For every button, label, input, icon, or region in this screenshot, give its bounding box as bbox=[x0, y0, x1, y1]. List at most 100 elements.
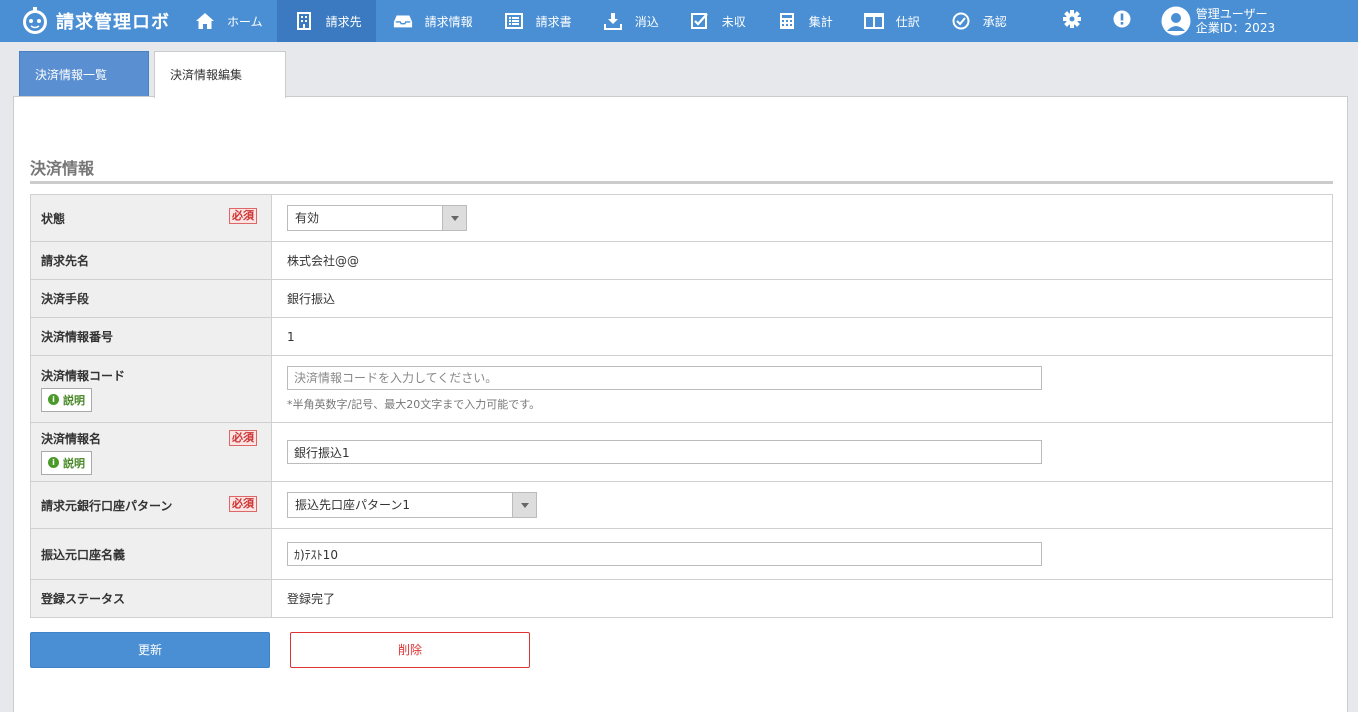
bank-pattern-select-value: 振込先口座パターン1 bbox=[295, 498, 411, 512]
account-name-input[interactable] bbox=[287, 542, 1042, 566]
check-circle-icon bbox=[951, 11, 971, 31]
row-value-cell bbox=[271, 422, 1333, 482]
delete-button[interactable]: 削除 bbox=[290, 632, 530, 668]
bank-pattern-select[interactable]: 振込先口座パターン1 bbox=[287, 492, 537, 518]
user-name: 管理ユーザー bbox=[1195, 7, 1268, 21]
form-row-payment-name: 決済情報名 必須 i 説明 bbox=[30, 422, 1333, 482]
nav-item-label: 集計 bbox=[808, 14, 833, 29]
explain-button[interactable]: i 説明 bbox=[41, 387, 92, 412]
nav-item-label: 消込 bbox=[634, 14, 659, 29]
row-label-cell: 請求先名 bbox=[30, 241, 272, 280]
list-icon bbox=[504, 11, 524, 31]
update-button[interactable]: 更新 bbox=[30, 632, 270, 668]
inbox-icon bbox=[393, 11, 413, 31]
chevron-down-icon bbox=[442, 206, 466, 230]
nav-item-billing-info[interactable]: 請求情報 bbox=[376, 0, 487, 42]
form-row-billing-name: 請求先名 株式会社@@ bbox=[30, 241, 1333, 280]
columns-icon bbox=[863, 11, 884, 31]
row-label: 請求元銀行口座パターン bbox=[41, 498, 173, 513]
payment-form-table: 状態 必須 有効 請求先名 株式会社@@ 決済手段 銀行振込 決済情報番号 1 … bbox=[30, 194, 1333, 618]
form-row-status: 状態 必須 有効 bbox=[30, 194, 1333, 242]
row-value-cell: *半角英数字/記号、最大20文字まで入力可能です。 bbox=[271, 355, 1333, 423]
form-row-bank-pattern: 請求元銀行口座パターン 必須 振込先口座パターン1 bbox=[30, 481, 1333, 529]
row-label-cell: 決済情報名 必須 i 説明 bbox=[30, 422, 272, 482]
download-icon bbox=[603, 11, 623, 31]
info-icon: i bbox=[48, 394, 59, 405]
required-badge: 必須 bbox=[229, 496, 257, 512]
building-icon bbox=[294, 11, 314, 31]
app-logo[interactable]: 請求管理ロボ bbox=[0, 0, 178, 42]
notice-button[interactable] bbox=[1097, 0, 1147, 42]
nav-item-summary[interactable]: 集計 bbox=[760, 0, 847, 42]
row-label-cell: 決済手段 bbox=[30, 279, 272, 318]
row-label-cell: 登録ステータス bbox=[30, 579, 272, 618]
payment-number-value: 1 bbox=[271, 317, 1333, 356]
row-label-cell: 決済情報コード i 説明 bbox=[30, 355, 272, 423]
explain-label: 説明 bbox=[63, 456, 85, 470]
gear-icon bbox=[1062, 9, 1082, 33]
top-nav-bar: 請求管理ロボ ホーム 請求先 請求情報 請求書 消込 未収 集計 仕訳 承認 管… bbox=[0, 0, 1358, 42]
nav-item-unpaid[interactable]: 未収 bbox=[673, 0, 760, 42]
form-row-registration-status: 登録ステータス 登録完了 bbox=[30, 579, 1333, 618]
payment-code-hint: *半角英数字/記号、最大20文字まで入力可能です。 bbox=[287, 398, 541, 411]
form-row-payment-number: 決済情報番号 1 bbox=[30, 317, 1333, 356]
nav-item-home[interactable]: ホーム bbox=[178, 0, 277, 42]
status-select[interactable]: 有効 bbox=[287, 205, 467, 231]
main-nav: ホーム 請求先 請求情報 請求書 消込 未収 集計 仕訳 承認 管理ユーザー 企… bbox=[178, 0, 1358, 42]
nav-item-journal[interactable]: 仕訳 bbox=[847, 0, 934, 42]
required-badge: 必須 bbox=[229, 208, 257, 224]
row-value-cell bbox=[271, 528, 1333, 580]
registration-status-value: 登録完了 bbox=[271, 579, 1333, 618]
section-divider bbox=[30, 181, 1333, 184]
nav-item-label: 請求情報 bbox=[424, 14, 473, 29]
required-badge: 必須 bbox=[229, 430, 257, 446]
nav-item-label: 請求先 bbox=[325, 14, 362, 29]
tab-payment-list[interactable]: 決済情報一覧 bbox=[19, 51, 149, 97]
payment-name-input[interactable] bbox=[287, 440, 1042, 464]
nav-item-reconcile[interactable]: 消込 bbox=[586, 0, 673, 42]
row-label-cell: 請求元銀行口座パターン 必須 bbox=[30, 481, 272, 529]
checkbox-icon bbox=[690, 11, 710, 31]
row-value-cell: 振込先口座パターン1 bbox=[271, 481, 1333, 529]
avatar bbox=[1161, 6, 1191, 36]
settings-button[interactable] bbox=[1047, 0, 1097, 42]
nav-item-approval[interactable]: 承認 bbox=[934, 0, 1021, 42]
nav-item-invoice[interactable]: 請求書 bbox=[487, 0, 586, 42]
section-title: 決済情報 bbox=[30, 159, 95, 178]
user-menu[interactable]: 管理ユーザー 企業ID：2023 bbox=[1147, 0, 1297, 42]
row-label: 決済情報名 bbox=[41, 431, 102, 446]
nav-item-label: ホーム bbox=[227, 14, 263, 29]
row-value-cell: 有効 bbox=[271, 194, 1333, 242]
row-label: 状態 bbox=[41, 211, 66, 226]
content-panel: 決済情報 状態 必須 有効 請求先名 株式会社@@ 決済手段 銀行振込 決済情報… bbox=[13, 96, 1348, 712]
nav-item-billing-target[interactable]: 請求先 bbox=[276, 0, 376, 42]
app-title: 請求管理ロボ bbox=[56, 12, 170, 33]
form-row-payment-method: 決済手段 銀行振込 bbox=[30, 279, 1333, 318]
payment-method-value: 銀行振込 bbox=[271, 279, 1333, 318]
info-icon: i bbox=[48, 457, 59, 468]
row-label: 決済情報番号 bbox=[41, 330, 114, 344]
explain-button[interactable]: i 説明 bbox=[41, 450, 92, 475]
row-label-cell: 状態 必須 bbox=[30, 194, 272, 242]
row-label: 請求先名 bbox=[41, 254, 90, 268]
calculator-icon bbox=[777, 11, 797, 31]
nav-item-label: 仕訳 bbox=[895, 14, 920, 29]
home-icon bbox=[195, 11, 215, 31]
form-row-payment-code: 決済情報コード i 説明 *半角英数字/記号、最大20文字まで入力可能です。 bbox=[30, 355, 1333, 423]
robot-icon bbox=[20, 6, 50, 36]
row-label: 決済情報コード bbox=[41, 368, 126, 383]
form-row-account-name: 振込元口座名義 bbox=[30, 528, 1333, 580]
row-label: 決済手段 bbox=[41, 292, 90, 306]
chevron-down-icon bbox=[512, 493, 536, 517]
user-info: 管理ユーザー 企業ID：2023 bbox=[1196, 7, 1275, 35]
billing-name-value: 株式会社@@ bbox=[271, 241, 1333, 280]
row-label: 振込元口座名義 bbox=[41, 547, 126, 562]
company-id: 企業ID：2023 bbox=[1195, 21, 1276, 35]
exclamation-icon bbox=[1113, 10, 1131, 32]
row-label: 登録ステータス bbox=[41, 592, 126, 606]
tab-payment-edit[interactable]: 決済情報編集 bbox=[154, 51, 286, 98]
payment-code-input[interactable] bbox=[287, 366, 1042, 390]
row-label-cell: 決済情報番号 bbox=[30, 317, 272, 356]
status-select-value: 有効 bbox=[295, 211, 320, 225]
row-label-cell: 振込元口座名義 bbox=[30, 528, 272, 580]
